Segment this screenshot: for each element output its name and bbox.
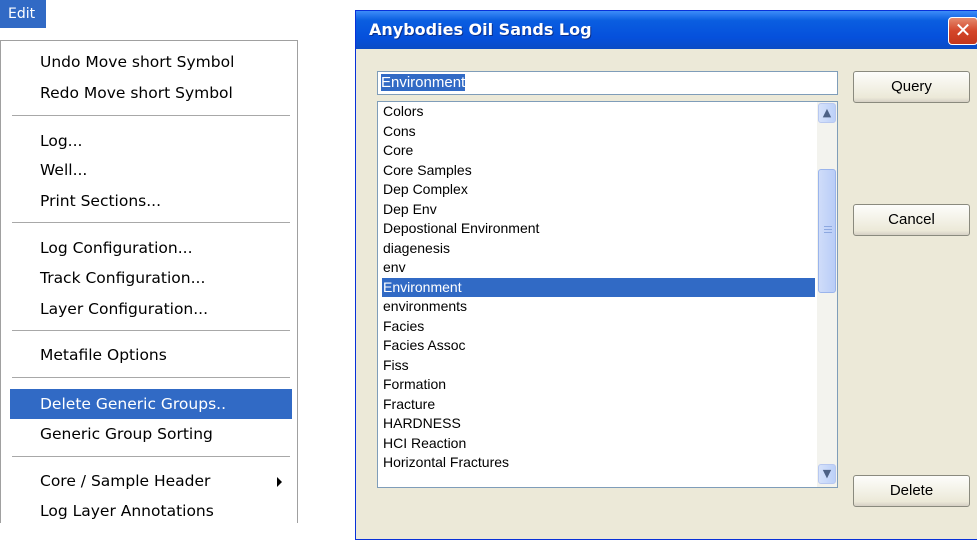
- list-item[interactable]: HARDNESS: [382, 414, 815, 433]
- menu-separator: [12, 377, 290, 379]
- list-item-selected[interactable]: Environment: [382, 277, 815, 297]
- list-item[interactable]: environments: [382, 297, 815, 316]
- menu-item-log[interactable]: Log...: [10, 126, 292, 156]
- list-item[interactable]: Cons: [382, 122, 815, 141]
- list-item[interactable]: diagenesis: [382, 239, 815, 258]
- menu-separator: [12, 222, 290, 224]
- list-item[interactable]: Horizontal Fractures: [382, 453, 815, 472]
- query-dialog: Anybodies Oil Sands Log ✕ Environment Qu…: [355, 10, 977, 540]
- list-item[interactable]: env: [382, 258, 815, 277]
- menu-item-redo[interactable]: Redo Move short Symbol: [10, 78, 292, 108]
- menu-item-undo[interactable]: Undo Move short Symbol: [10, 47, 292, 77]
- menu-item-delete-generic-groups[interactable]: Delete Generic Groups..: [10, 389, 292, 419]
- group-listbox[interactable]: Colors Cons Core Core Samples Dep Comple…: [377, 101, 838, 488]
- list-item[interactable]: Depostional Environment: [382, 219, 815, 238]
- scroll-down-arrow-icon[interactable]: ▼: [818, 464, 836, 484]
- list-item[interactable]: Formation: [382, 375, 815, 394]
- menu-separator: [12, 115, 290, 117]
- list-item[interactable]: Facies: [382, 317, 815, 336]
- menu-item-core-sample-header[interactable]: Core / Sample Header: [10, 466, 292, 496]
- query-button[interactable]: Query: [853, 71, 970, 103]
- cancel-button[interactable]: Cancel: [853, 204, 970, 236]
- dialog-title: Anybodies Oil Sands Log: [369, 20, 592, 39]
- scrollbar-thumb[interactable]: [818, 169, 836, 293]
- grip-line: [824, 226, 832, 227]
- delete-button[interactable]: Delete: [853, 475, 970, 507]
- menu-item-log-configuration[interactable]: Log Configuration...: [10, 233, 292, 263]
- list-item[interactable]: Colors: [382, 102, 815, 121]
- list-scrollbar[interactable]: ▲ ▼: [817, 102, 837, 487]
- menu-item-track-configuration[interactable]: Track Configuration...: [10, 263, 292, 293]
- menu-item-layer-configuration[interactable]: Layer Configuration...: [10, 294, 292, 324]
- grip-line: [824, 229, 832, 230]
- list-item[interactable]: Facies Assoc: [382, 336, 815, 355]
- list-item[interactable]: Core Samples: [382, 161, 815, 180]
- menu-item-log-layer-annotations[interactable]: Log Layer Annotations: [10, 496, 292, 526]
- scroll-up-arrow-icon[interactable]: ▲: [818, 103, 836, 123]
- submenu-arrow-icon: [277, 477, 282, 487]
- list-item[interactable]: HCI Reaction: [382, 434, 815, 453]
- menu-separator: [12, 330, 290, 332]
- list-item[interactable]: Dep Complex: [382, 180, 815, 199]
- grip-line: [824, 232, 832, 233]
- query-input[interactable]: Environment: [377, 71, 838, 95]
- dialog-titlebar[interactable]: Anybodies Oil Sands Log ✕: [356, 11, 977, 49]
- query-input-value: Environment: [381, 74, 466, 91]
- list-item[interactable]: Fracture: [382, 395, 815, 414]
- menu-item-label: Core / Sample Header: [40, 472, 211, 490]
- menu-separator: [12, 456, 290, 458]
- list-item[interactable]: Dep Env: [382, 200, 815, 219]
- menu-border: [0, 40, 298, 41]
- menu-edit-tab[interactable]: Edit: [0, 0, 46, 28]
- menu-item-well[interactable]: Well...: [10, 155, 292, 185]
- list-item[interactable]: Fiss: [382, 356, 815, 375]
- list-item[interactable]: Core: [382, 141, 815, 160]
- menu-item-print-sections[interactable]: Print Sections...: [10, 186, 292, 216]
- menu-item-metafile-options[interactable]: Metafile Options: [10, 340, 292, 370]
- close-icon[interactable]: ✕: [948, 17, 977, 45]
- menu-item-generic-group-sorting[interactable]: Generic Group Sorting: [10, 419, 292, 449]
